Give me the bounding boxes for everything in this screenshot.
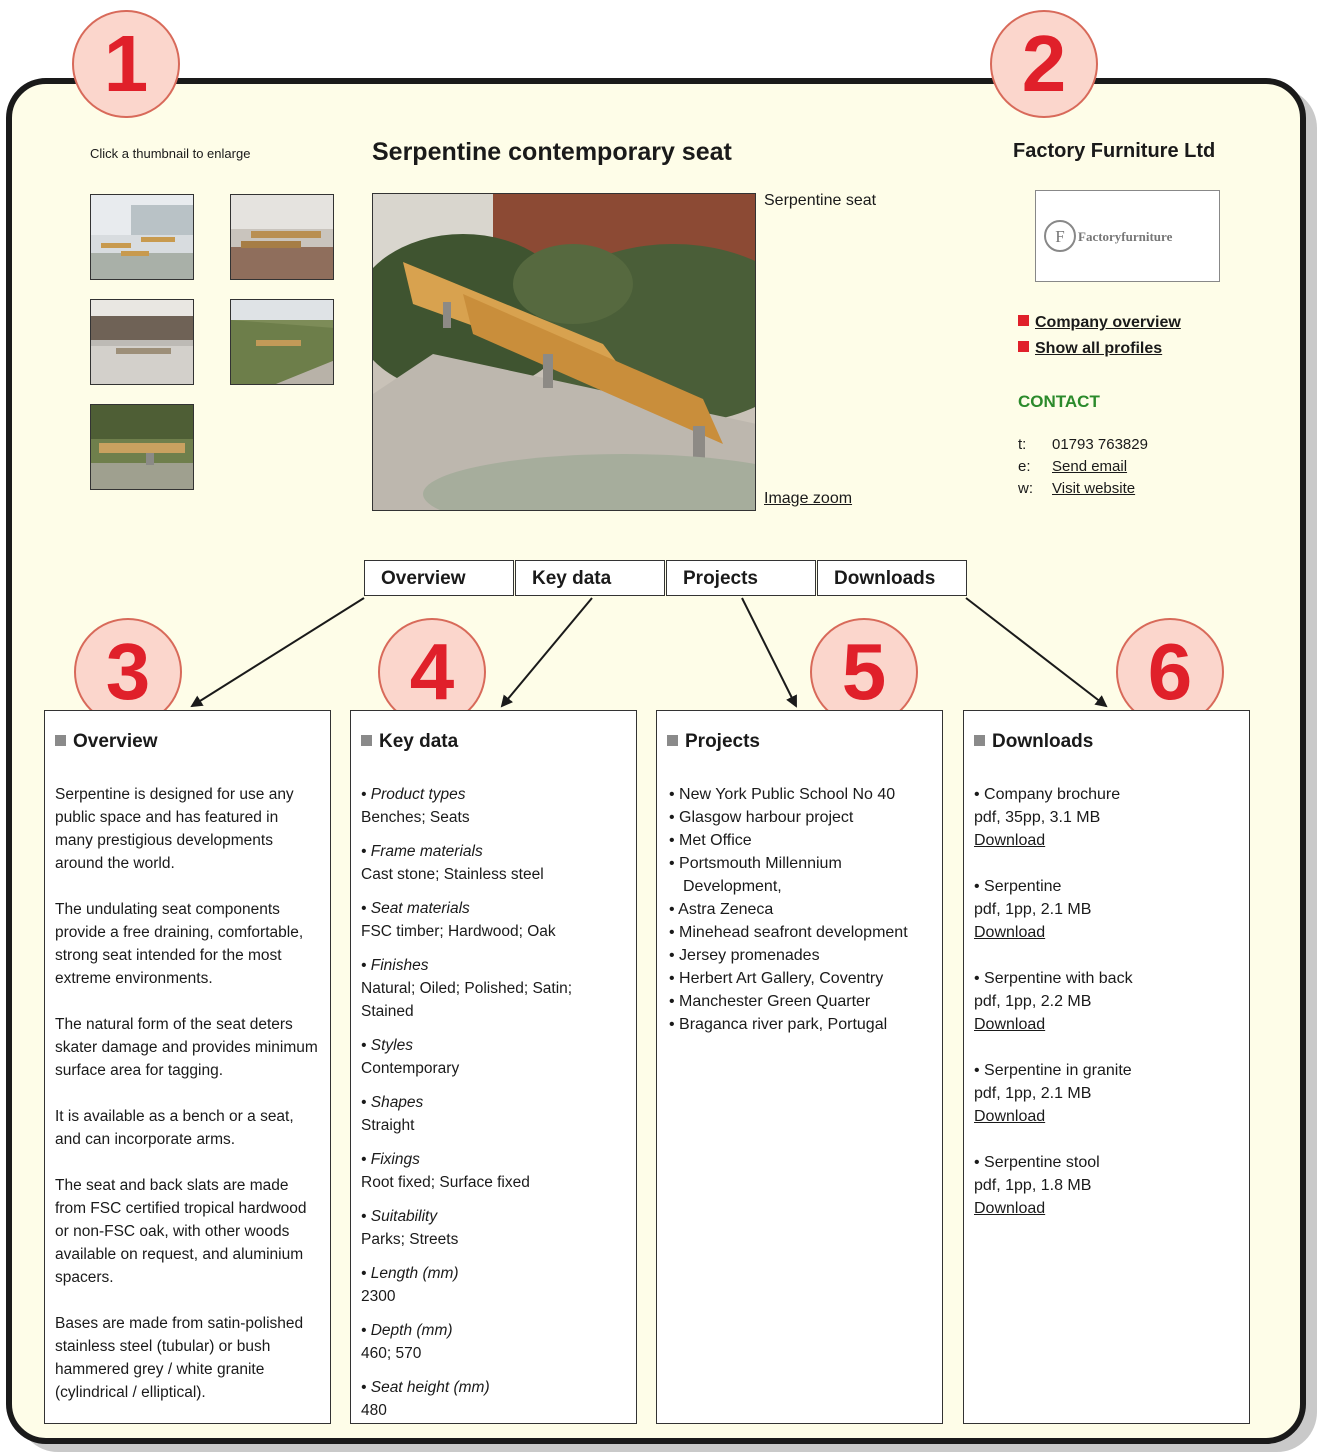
project-item: • Glasgow harbour project — [669, 809, 854, 826]
download-link[interactable]: Download — [974, 1105, 1239, 1128]
key-data-label: • Fixings — [361, 1151, 420, 1168]
overview-paragraph: The natural form of the seat deters skat… — [55, 1016, 318, 1079]
download-name: • Company brochure — [974, 786, 1121, 803]
overview-paragraph: Bases are made from satin-polished stain… — [55, 1315, 304, 1401]
project-item: • Jersey promenades — [669, 947, 820, 964]
download-name: • Serpentine — [974, 878, 1062, 895]
downloads-heading: Downloads — [974, 731, 1239, 753]
overview-heading: Overview — [55, 731, 320, 753]
download-item: • Serpentine stool pdf, 1pp, 1.8 MB Down… — [974, 1151, 1239, 1220]
overview-paragraph: The seat and back slats are made from FS… — [55, 1177, 307, 1286]
key-data-heading-text: Key data — [379, 731, 459, 752]
download-meta: pdf, 1pp, 1.8 MB — [974, 1177, 1092, 1194]
downloads-panel: Downloads • Company brochure pdf, 35pp, … — [963, 710, 1250, 1424]
key-data-value: Parks; Streets — [361, 1231, 459, 1248]
key-data-label: • Product types — [361, 786, 466, 803]
projects-heading-text: Projects — [685, 731, 760, 752]
key-data-value: FSC timber; Hardwood; Oak — [361, 923, 556, 940]
download-meta: pdf, 35pp, 3.1 MB — [974, 809, 1101, 826]
download-meta: pdf, 1pp, 2.2 MB — [974, 993, 1092, 1010]
downloads-heading-text: Downloads — [992, 731, 1094, 752]
project-item: • Braganca river park, Portugal — [669, 1016, 888, 1033]
overview-paragraph: Serpentine is designed for use any publi… — [55, 786, 294, 872]
key-data-value: Root fixed; Surface fixed — [361, 1174, 530, 1191]
download-name: • Serpentine in granite — [974, 1062, 1132, 1079]
key-data-label: • Shapes — [361, 1094, 424, 1111]
key-data-value: Cast stone; Stainless steel — [361, 866, 544, 883]
arrow-key-data — [500, 597, 593, 708]
key-data-value: 460; 570 — [361, 1345, 422, 1362]
overview-paragraph: The undulating seat components provide a… — [55, 901, 304, 987]
project-item: • Herbert Art Gallery, Coventry — [669, 970, 884, 987]
arrow-downloads — [965, 597, 1108, 708]
download-link[interactable]: Download — [974, 1013, 1239, 1036]
overview-heading-text: Overview — [73, 731, 158, 752]
key-data-label: • Seat materials — [361, 900, 470, 917]
project-item: • Portsmouth Millennium Development, — [669, 855, 842, 895]
key-data-value: Contemporary — [361, 1060, 460, 1077]
key-data-value: Straight — [361, 1117, 415, 1134]
key-data-value: Natural; Oiled; Polished; Satin; Stained — [361, 980, 573, 1020]
key-data-value: 480 — [361, 1402, 387, 1419]
arrow-overview — [190, 597, 365, 708]
download-item: • Company brochure pdf, 35pp, 3.1 MB Dow… — [974, 783, 1239, 852]
download-name: • Serpentine stool — [974, 1154, 1100, 1171]
project-item: • Minehead seafront development — [669, 924, 908, 941]
download-link[interactable]: Download — [974, 921, 1239, 944]
projects-panel: Projects • New York Public School No 40 … — [656, 710, 943, 1424]
key-data-panel: Key data • Product types Benches; Seats •… — [350, 710, 637, 1424]
download-item: • Serpentine pdf, 1pp, 2.1 MB Download — [974, 875, 1239, 944]
project-item: • Astra Zeneca — [669, 901, 774, 918]
download-meta: pdf, 1pp, 2.1 MB — [974, 1085, 1092, 1102]
key-data-value: 2300 — [361, 1288, 396, 1305]
key-data-label: • Finishes — [361, 957, 429, 974]
grey-bullet-icon — [667, 735, 678, 746]
key-data-label: • Styles — [361, 1037, 413, 1054]
key-data-label: • Length (mm) — [361, 1265, 459, 1282]
grey-bullet-icon — [55, 735, 66, 746]
download-link[interactable]: Download — [974, 829, 1239, 852]
overview-panel: Overview Serpentine is designed for use … — [44, 710, 331, 1424]
project-item: • New York Public School No 40 — [669, 786, 896, 803]
overview-paragraph: It is available as a bench or a seat, an… — [55, 1108, 294, 1148]
key-data-label: • Depth (mm) — [361, 1322, 453, 1339]
download-item: • Serpentine with back pdf, 1pp, 2.2 MB … — [974, 967, 1239, 1036]
key-data-value: Benches; Seats — [361, 809, 470, 826]
download-link[interactable]: Download — [974, 1197, 1239, 1220]
download-name: • Serpentine with back — [974, 970, 1133, 987]
arrow-projects — [741, 597, 797, 708]
project-item: • Manchester Green Quarter — [669, 993, 871, 1010]
grey-bullet-icon — [974, 735, 985, 746]
project-item: • Met Office — [669, 832, 752, 849]
grey-bullet-icon — [361, 735, 372, 746]
key-data-label: • Frame materials — [361, 843, 483, 860]
download-item: • Serpentine in granite pdf, 1pp, 2.1 MB… — [974, 1059, 1239, 1128]
key-data-label: • Suitability — [361, 1208, 438, 1225]
projects-heading: Projects — [667, 731, 932, 753]
download-meta: pdf, 1pp, 2.1 MB — [974, 901, 1092, 918]
key-data-label: • Seat height (mm) — [361, 1379, 490, 1396]
key-data-heading: Key data — [361, 731, 626, 753]
